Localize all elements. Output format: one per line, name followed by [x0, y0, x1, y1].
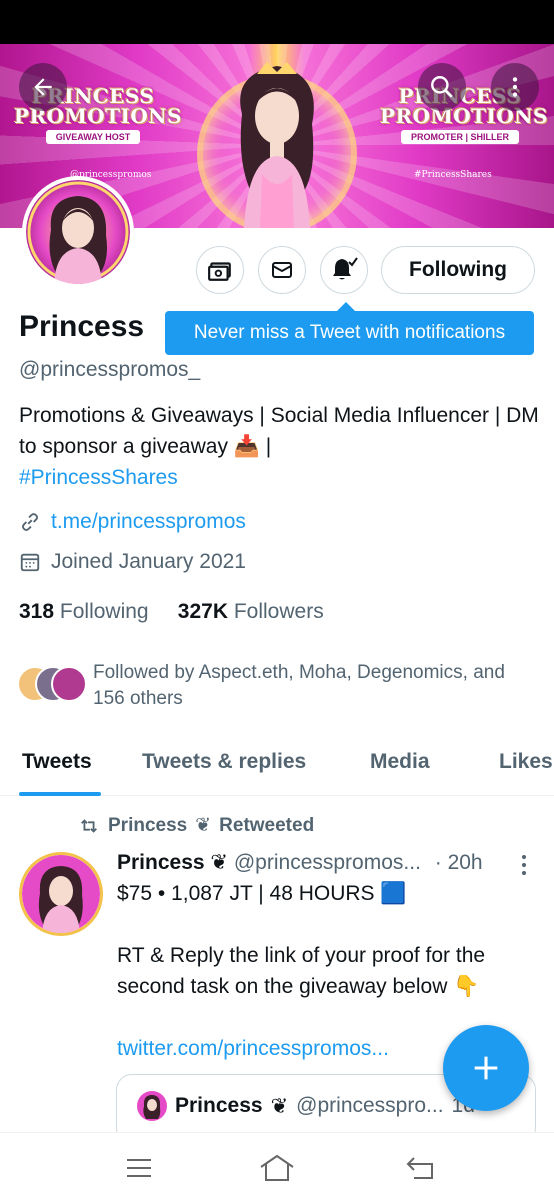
following-button[interactable]: Following	[381, 246, 535, 294]
heart-badge-icon: ❦	[210, 851, 229, 874]
arrow-left-icon	[34, 78, 52, 96]
subscribe-button[interactable]	[196, 246, 244, 294]
followers-label: Followers	[233, 600, 324, 623]
home-icon	[260, 1154, 294, 1181]
back-nav-button[interactable]	[401, 1153, 441, 1183]
banner-portrait	[240, 62, 314, 228]
joined-date: Joined January 2021	[51, 550, 246, 573]
recent-apps-button[interactable]	[119, 1153, 159, 1183]
tweet-line-2: RT & Reply the link of your proof for th…	[117, 944, 486, 998]
profile-link-row: t.me/princesspromos	[19, 510, 246, 534]
heart-badge-icon: ❦	[270, 1094, 289, 1118]
display-name: Princess	[19, 310, 145, 343]
profile-handle: @princesspromos_	[19, 358, 201, 381]
menu-lines-icon	[127, 1159, 151, 1177]
tab-media[interactable]: Media	[370, 750, 430, 774]
notifications-button[interactable]	[320, 246, 368, 294]
envelope-icon	[272, 262, 292, 278]
profile-avatar[interactable]	[22, 176, 134, 288]
quoted-tweet-header: Princess ❦ @princesspro... 1d	[137, 1091, 475, 1121]
followed-by[interactable]: Followed by Aspect.eth, Moha, Degenomics…	[17, 660, 537, 712]
back-nav-icon	[406, 1157, 433, 1179]
joined-row: Joined January 2021	[19, 550, 246, 574]
followers-count: 327K	[177, 600, 228, 623]
quoted-author-name: Princess	[175, 1094, 263, 1117]
bio-text: Promotions & Giveaways | Social Media In…	[19, 404, 539, 458]
search-button[interactable]	[418, 63, 466, 111]
tab-tweets[interactable]: Tweets	[22, 750, 92, 774]
tweet-header: Princess ❦ @princesspromos... · 20h	[117, 850, 537, 875]
profile-tabs: Tweets Tweets & replies Media Likes	[0, 738, 554, 796]
tweet-avatar-image	[22, 855, 100, 933]
banner-brand-tag-right: PROMOTER | SHILLER	[400, 130, 520, 144]
tweet-author-name[interactable]: Princess	[117, 851, 205, 874]
quoted-author-handle: @princesspro...	[296, 1094, 444, 1117]
follower-avatar	[51, 666, 87, 702]
compose-tweet-button[interactable]	[443, 1025, 529, 1111]
status-bar	[0, 0, 554, 44]
following-count: 318	[19, 600, 55, 623]
active-tab-indicator	[19, 792, 101, 796]
system-nav-bar	[0, 1132, 554, 1200]
tweet-more-icon[interactable]	[514, 852, 534, 878]
back-button[interactable]	[19, 63, 67, 111]
tweet-author-handle[interactable]: @princesspromos...	[234, 851, 421, 874]
tweet-author-avatar[interactable]	[19, 852, 103, 936]
search-icon	[431, 76, 453, 98]
quoted-author-avatar	[137, 1091, 167, 1121]
followed-by-text: Followed by Aspect.eth, Moha, Degenomics…	[93, 662, 505, 709]
followed-by-avatars	[17, 660, 89, 704]
avatar-image	[26, 180, 130, 284]
more-vertical-icon	[512, 77, 518, 97]
message-button[interactable]	[258, 246, 306, 294]
following-label: Following	[59, 600, 149, 623]
retweet-icon	[81, 818, 97, 833]
retweet-context[interactable]: Princess ❦ Retweeted	[78, 814, 314, 837]
following-count-link[interactable]: 318 Following	[19, 600, 149, 623]
money-icon	[208, 262, 231, 281]
retweeted-label: Retweeted	[219, 814, 315, 836]
tweet-time: · 20h	[434, 851, 483, 874]
retweeter-name: Princess	[108, 814, 188, 836]
notifications-tooltip: Never miss a Tweet with notifications	[165, 302, 534, 355]
bio-hashtag[interactable]: #PrincessShares	[19, 466, 178, 489]
follow-counts: 318 Following 327K Followers	[19, 600, 324, 624]
tweet-line-1: $75 • 1,087 JT | 48 HOURS 🟦	[117, 882, 407, 905]
tab-likes[interactable]: Likes	[499, 750, 553, 774]
more-options-button[interactable]	[491, 63, 539, 111]
profile-bio: Promotions & Giveaways | Social Media In…	[19, 400, 539, 493]
heart-badge-icon: ❦	[195, 815, 212, 836]
tab-tweets-replies[interactable]: Tweets & replies	[142, 750, 306, 774]
followers-count-link[interactable]: 327K Followers	[178, 600, 324, 623]
calendar-icon	[20, 553, 40, 572]
banner-brand-tag-left: GIVEAWAY HOST	[45, 130, 141, 144]
bell-check-icon	[333, 257, 358, 280]
banner-hashtag: #PrincessShares	[414, 170, 492, 180]
link-icon	[21, 513, 39, 531]
plus-icon	[474, 1056, 498, 1080]
home-button[interactable]	[257, 1153, 297, 1183]
profile-link[interactable]: t.me/princesspromos	[51, 510, 246, 534]
